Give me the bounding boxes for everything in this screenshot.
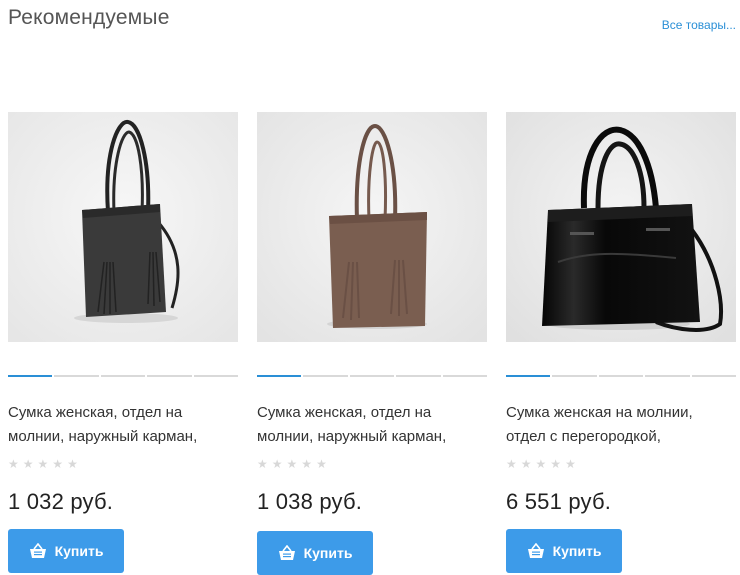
carousel-dot[interactable] [552, 375, 597, 377]
product-name[interactable]: Сумка женская на молнии, отдел с перегор… [506, 401, 736, 449]
star-icon[interactable]: ★ [536, 457, 547, 471]
star-icon[interactable]: ★ [257, 457, 268, 471]
star-icon[interactable]: ★ [301, 457, 312, 471]
star-icon[interactable]: ★ [8, 457, 19, 471]
star-icon[interactable]: ★ [272, 457, 283, 471]
black-leather-tote-bag-image [8, 112, 238, 342]
carousel-dot[interactable] [506, 375, 551, 377]
carousel-dot[interactable] [396, 375, 441, 377]
carousel-dot[interactable] [645, 375, 690, 377]
star-icon[interactable]: ★ [521, 457, 532, 471]
buy-button-label: Купить [54, 543, 104, 559]
section-title: Рекомендуемые [8, 6, 170, 29]
product-card: Сумка женская, отдел на молнии, наружный… [257, 112, 488, 575]
star-icon[interactable]: ★ [565, 457, 576, 471]
image-carousel-dots [506, 375, 737, 377]
carousel-dot[interactable] [257, 375, 302, 377]
carousel-dot[interactable] [442, 375, 488, 377]
star-icon[interactable]: ★ [506, 457, 517, 471]
star-icon[interactable]: ★ [67, 457, 78, 471]
black-patent-handbag-image [506, 112, 736, 342]
brown-suede-tote-bag-image [257, 112, 487, 342]
buy-button[interactable]: Купить [506, 529, 622, 573]
product-card: Сумка женская на молнии, отдел с перегор… [506, 112, 737, 573]
product-image[interactable] [506, 112, 736, 342]
rating-stars: ★ ★ ★ ★ ★ [506, 457, 736, 471]
carousel-dot[interactable] [193, 375, 239, 377]
carousel-dot[interactable] [147, 375, 192, 377]
buy-button-label: Купить [552, 543, 602, 559]
rating-stars: ★ ★ ★ ★ ★ [257, 457, 487, 471]
product-image[interactable] [257, 112, 487, 342]
product-name[interactable]: Сумка женская, отдел на молнии, наружный… [8, 401, 238, 449]
star-icon[interactable]: ★ [550, 457, 561, 471]
star-icon[interactable]: ★ [52, 457, 63, 471]
basket-icon [527, 543, 545, 559]
star-icon[interactable]: ★ [38, 457, 49, 471]
buy-button[interactable]: Купить [8, 529, 124, 573]
product-price: 6 551 руб. [506, 489, 612, 514]
buy-button-label: Купить [303, 545, 353, 561]
carousel-dot[interactable] [54, 375, 99, 377]
carousel-dot[interactable] [100, 375, 146, 377]
image-carousel-dots [257, 375, 488, 377]
product-name[interactable]: Сумка женская, отдел на молнии, наружный… [257, 401, 487, 449]
product-card: Сумка женская, отдел на молнии, наружный… [8, 112, 239, 573]
buy-button[interactable]: Купить [257, 531, 373, 575]
carousel-dot[interactable] [691, 375, 737, 377]
carousel-dot[interactable] [8, 375, 53, 377]
star-icon[interactable]: ★ [316, 457, 327, 471]
carousel-dot[interactable] [349, 375, 395, 377]
star-icon[interactable]: ★ [287, 457, 298, 471]
carousel-dot[interactable] [303, 375, 348, 377]
all-products-link[interactable]: Все товары... [662, 18, 736, 32]
image-carousel-dots [8, 375, 239, 377]
basket-icon [29, 543, 47, 559]
product-price: 1 038 руб. [257, 489, 363, 514]
basket-icon [278, 545, 296, 561]
carousel-dot[interactable] [598, 375, 644, 377]
product-image[interactable] [8, 112, 238, 342]
rating-stars: ★ ★ ★ ★ ★ [8, 457, 238, 471]
product-price: 1 032 руб. [8, 489, 114, 514]
star-icon[interactable]: ★ [23, 457, 34, 471]
